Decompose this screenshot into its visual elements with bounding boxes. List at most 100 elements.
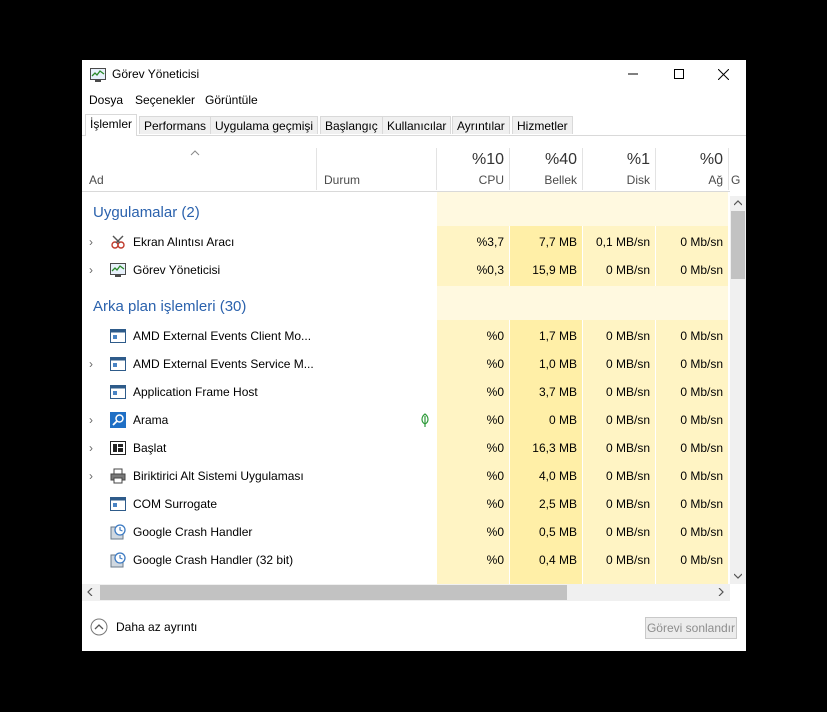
- column-network[interactable]: %0 Ağ: [655, 148, 729, 190]
- cpu-value: %0: [486, 497, 504, 511]
- close-icon: [717, 68, 729, 80]
- network-value: 0 Mb/sn: [680, 441, 723, 455]
- google-update-icon: [110, 552, 126, 568]
- table-row[interactable]: Google Crash Handler (32 bit) %0 0,4 MB …: [82, 546, 728, 574]
- network-label: Ağ: [708, 173, 723, 187]
- tab-users[interactable]: Kullanıcılar: [382, 116, 452, 134]
- table-row[interactable]: Google Crash Handler %0 0,5 MB 0 MB/sn 0…: [82, 518, 728, 546]
- scroll-down-icon[interactable]: [734, 573, 742, 579]
- process-name: Biriktirici Alt Sistemi Uygulaması: [133, 469, 304, 483]
- maximize-button[interactable]: [656, 60, 702, 88]
- tab-app-history[interactable]: Uygulama geçmişi: [210, 116, 319, 134]
- memory-value: 16,3 MB: [532, 441, 577, 455]
- process-name: Google Crash Handler: [133, 525, 253, 539]
- table-row[interactable]: › Ekran Alıntısı Aracı %3,7 7,7 MB 0,1 M…: [82, 228, 728, 256]
- footer: Daha az ayrıntı Görevi sonlandır: [82, 603, 746, 651]
- disk-total: %1: [626, 151, 650, 168]
- service-window-icon: [110, 497, 126, 511]
- less-details-button[interactable]: Daha az ayrıntı: [90, 617, 210, 637]
- process-name: AMD External Events Client Mo...: [133, 329, 312, 343]
- expand-chevron-icon[interactable]: ›: [89, 442, 101, 454]
- table-row[interactable]: › AMD External Events Service M... %0 1,…: [82, 350, 728, 378]
- suspended-leaf-icon: [421, 413, 429, 427]
- maximize-icon: [674, 69, 684, 79]
- memory-total: %40: [544, 151, 577, 168]
- tab-startup[interactable]: Başlangıç: [320, 116, 383, 134]
- cpu-value: %0: [486, 329, 504, 343]
- network-value: 0 Mb/sn: [680, 385, 723, 399]
- scroll-right-icon[interactable]: [718, 588, 724, 596]
- table-row[interactable]: › Başlat %0 16,3 MB 0 MB/sn 0 Mb/sn: [82, 434, 728, 462]
- printer-icon: [110, 468, 126, 484]
- column-status[interactable]: Durum: [316, 148, 437, 190]
- disk-value: 0 MB/sn: [605, 497, 650, 511]
- table-row[interactable]: Application Frame Host %0 3,7 MB 0 MB/sn…: [82, 378, 728, 406]
- cpu-label: CPU: [478, 173, 504, 187]
- network-value: 0 Mb/sn: [680, 553, 723, 567]
- scroll-up-icon[interactable]: [734, 200, 742, 206]
- search-icon: [110, 412, 126, 428]
- column-header: Ad Durum %10 CPU %40 Bellek %1 Disk %0 A…: [82, 136, 740, 192]
- process-name: Arama: [133, 413, 169, 427]
- process-name: Google Crash Handler (32 bit): [133, 553, 294, 567]
- network-value: 0 Mb/sn: [680, 525, 723, 539]
- memory-value: 3,7 MB: [538, 385, 577, 399]
- title-bar: Görev Yöneticisi: [82, 60, 746, 88]
- menu-file[interactable]: Dosya: [89, 93, 123, 107]
- tab-details[interactable]: Ayrıntılar: [452, 116, 510, 134]
- vertical-scroll-thumb[interactable]: [731, 211, 745, 279]
- cpu-value: %0: [486, 357, 504, 371]
- cpu-total: %10: [471, 151, 504, 168]
- horizontal-scrollbar[interactable]: [82, 584, 730, 601]
- expand-chevron-icon[interactable]: ›: [89, 264, 101, 276]
- tab-services[interactable]: Hizmetler: [512, 116, 573, 134]
- disk-value: 0 MB/sn: [605, 469, 650, 483]
- horizontal-scroll-thumb[interactable]: [100, 585, 567, 600]
- column-disk[interactable]: %1 Disk: [582, 148, 656, 190]
- process-grid: Ad Durum %10 CPU %40 Bellek %1 Disk %0 A…: [82, 136, 746, 584]
- table-row[interactable]: › Görev Yöneticisi %0,3 15,9 MB 0 MB/sn …: [82, 256, 728, 284]
- menu-view[interactable]: Görüntüle: [205, 93, 258, 107]
- disk-value: 0 MB/sn: [605, 553, 650, 567]
- process-name: AMD External Events Service M...: [133, 357, 314, 371]
- expand-chevron-icon[interactable]: ›: [89, 236, 101, 248]
- cpu-value: %0: [486, 469, 504, 483]
- table-row[interactable]: › Arama %0 0 MB 0 MB/sn 0 Mb/sn: [82, 406, 728, 434]
- table-row[interactable]: COM Surrogate %0 2,5 MB 0 MB/sn 0 Mb/sn: [82, 490, 728, 518]
- task-manager-icon: [110, 263, 126, 277]
- table-row[interactable]: › Biriktirici Alt Sistemi Uygulaması %0 …: [82, 462, 728, 490]
- column-gpu-label: G: [731, 173, 741, 187]
- cpu-value: %3,7: [476, 235, 504, 249]
- scroll-left-icon[interactable]: [87, 588, 93, 596]
- cpu-value: %0: [486, 385, 504, 399]
- expand-chevron-icon[interactable]: ›: [89, 470, 101, 482]
- minimize-icon: [628, 73, 638, 75]
- disk-value: 0 MB/sn: [605, 385, 650, 399]
- column-name[interactable]: Ad: [89, 173, 104, 187]
- tab-strip: İşlemler Performans Uygulama geçmişi Baş…: [82, 114, 746, 136]
- menu-options[interactable]: Seçenekler: [135, 93, 195, 107]
- minimize-button[interactable]: [610, 60, 656, 88]
- memory-label: Bellek: [544, 173, 577, 187]
- memory-value: 0,4 MB: [538, 553, 577, 567]
- vertical-scrollbar[interactable]: [730, 196, 746, 584]
- tab-processes[interactable]: İşlemler: [85, 114, 138, 136]
- tab-performance[interactable]: Performans: [139, 116, 212, 134]
- expand-chevron-icon[interactable]: ›: [89, 358, 101, 370]
- end-task-button[interactable]: Görevi sonlandır: [645, 617, 737, 639]
- process-name: Application Frame Host: [133, 385, 258, 399]
- cpu-value: %0: [486, 413, 504, 427]
- window-title: Görev Yöneticisi: [112, 67, 200, 81]
- memory-value: 0,5 MB: [538, 525, 577, 539]
- start-icon: [110, 441, 126, 455]
- expand-chevron-icon[interactable]: ›: [89, 414, 101, 426]
- close-button[interactable]: [700, 60, 746, 88]
- memory-value: 1,7 MB: [538, 329, 577, 343]
- disk-value: 0 MB/sn: [605, 525, 650, 539]
- table-row[interactable]: AMD External Events Client Mo... %0 1,7 …: [82, 322, 728, 350]
- column-memory[interactable]: %40 Bellek: [509, 148, 583, 190]
- column-gpu[interactable]: G: [728, 148, 745, 190]
- task-manager-window: Görev Yöneticisi Dosya Seçenekler Görünt…: [82, 60, 746, 651]
- less-details-label: Daha az ayrıntı: [116, 620, 198, 634]
- column-cpu[interactable]: %10 CPU: [436, 148, 510, 190]
